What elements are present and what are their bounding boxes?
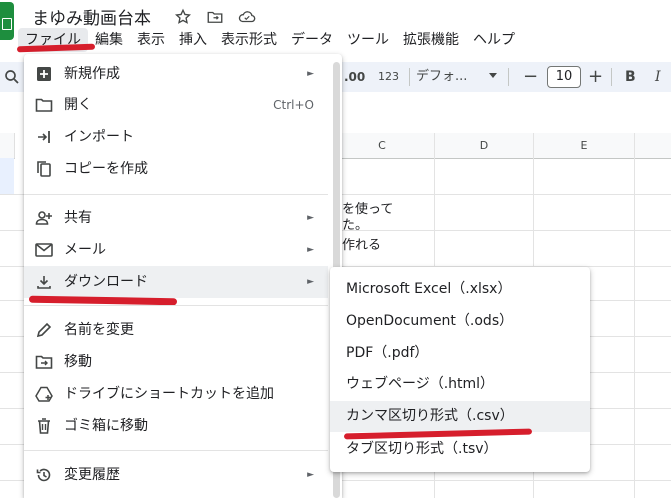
menu-divider [24,450,328,451]
toolbar-divider [508,68,509,86]
file-menu-share[interactable]: 共有 ► [24,202,328,234]
toolbar-divider [409,68,410,86]
import-icon [34,127,54,147]
menu-item-label: インポート [64,129,134,145]
trash-icon [34,416,54,436]
font-dropdown-arrow-icon[interactable] [489,73,497,78]
share-person-icon [34,208,54,228]
menu-item-label: コピーを作成 [64,161,148,177]
submenu-arrow-icon: ► [307,245,314,255]
submenu-item-label: カンマ区切り形式（.csv） [346,408,514,424]
bold-button[interactable]: B [625,62,636,92]
submenu-arrow-icon: ► [307,213,314,223]
menu-item-label: 名前を変更 [64,322,134,338]
menu-item-label: 共有 [64,210,92,226]
menu-item-label: メール [64,242,106,258]
italic-button[interactable]: I [655,62,661,92]
column-header-f[interactable] [635,133,671,159]
more-formats-button[interactable]: 123 [378,62,399,92]
menu-tools[interactable]: ツール [340,28,396,52]
cell-text: た。 [342,218,369,233]
menu-item-label: 新規作成 [64,66,120,82]
sheets-logo-icon[interactable] [0,2,14,40]
file-menu-open[interactable]: 開く Ctrl+O [24,89,328,121]
file-menu-add-shortcut[interactable]: ドライブにショートカットを追加 [24,378,328,410]
history-icon [34,465,54,485]
menu-data[interactable]: データ [284,28,340,52]
file-menu-rename[interactable]: 名前を変更 [24,314,328,346]
plus-square-icon [34,64,54,84]
toolbar-divider [611,68,612,86]
column-header-d[interactable]: D [435,133,534,159]
download-xlsx[interactable]: Microsoft Excel（.xlsx） [330,274,590,305]
menu-item-label: ドライブにショートカットを追加 [64,386,274,402]
document-title[interactable]: まゆみ動画台本 [32,4,151,29]
increase-font-size-button[interactable]: + [588,62,603,92]
menu-insert[interactable]: 挿入 [172,28,214,52]
menu-item-label: ダウンロード [64,274,148,290]
menu-view[interactable]: 表示 [130,28,172,52]
submenu-item-label: PDF（.pdf） [346,345,429,361]
menu-item-label: 変更履歴 [64,467,120,483]
decrease-decimal-button[interactable]: .00 [344,62,365,92]
font-family-select[interactable]: デフォ... [416,66,488,88]
move-folder-icon [34,352,54,372]
star-icon[interactable] [172,6,194,28]
menu-extensions[interactable]: 拡張機能 [396,28,466,52]
file-menu-version-history[interactable]: 変更履歴 ► [24,459,328,491]
submenu-item-label: OpenDocument（.ods） [346,313,514,329]
menu-item-label: ゴミ箱に移動 [64,418,148,434]
submenu-item-label: Microsoft Excel（.xlsx） [346,281,512,297]
pencil-icon [34,320,54,340]
mail-icon [34,240,54,260]
font-size-input[interactable]: 10 [547,66,581,88]
column-header-e[interactable]: E [534,133,635,159]
menu-item-label: 移動 [64,354,92,370]
move-folder-icon[interactable] [204,6,226,28]
row-header-selected[interactable] [0,158,14,194]
cell-text: 作れる [342,238,382,253]
menu-divider [24,305,328,306]
file-menu-make-copy[interactable]: コピーを作成 [24,153,328,185]
submenu-arrow-icon: ► [307,69,314,79]
submenu-arrow-icon: ► [307,470,314,480]
download-html[interactable]: ウェブページ（.html） [330,369,590,400]
menu-help[interactable]: ヘルプ [466,28,522,52]
menu-format[interactable]: 表示形式 [214,28,284,52]
decrease-font-size-button[interactable]: − [523,62,538,92]
menu-item-label: 開く [64,97,92,113]
cloud-saved-icon[interactable] [236,6,258,28]
select-all-corner[interactable] [0,133,15,159]
submenu-arrow-icon: ► [307,277,314,287]
download-icon [34,272,54,292]
drive-shortcut-icon [34,384,54,404]
file-menu-import[interactable]: インポート [24,121,328,153]
folder-icon [34,95,54,115]
download-ods[interactable]: OpenDocument（.ods） [330,306,590,337]
download-pdf[interactable]: PDF（.pdf） [330,338,590,369]
menu-divider [24,194,328,195]
copy-icon [34,159,54,179]
file-menu-trash[interactable]: ゴミ箱に移動 [24,410,328,442]
search-menus-icon[interactable] [3,68,21,86]
column-header-c[interactable]: C [330,133,435,159]
submenu-item-label: ウェブページ（.html） [346,376,495,392]
file-menu-move[interactable]: 移動 [24,346,328,378]
shortcut-label: Ctrl+O [273,98,314,112]
file-menu-email[interactable]: メール ► [24,234,328,266]
file-menu-download[interactable]: ダウンロード ► [24,266,328,298]
download-csv[interactable]: カンマ区切り形式（.csv） [330,401,590,432]
file-menu-new[interactable]: 新規作成 ► [24,58,328,90]
